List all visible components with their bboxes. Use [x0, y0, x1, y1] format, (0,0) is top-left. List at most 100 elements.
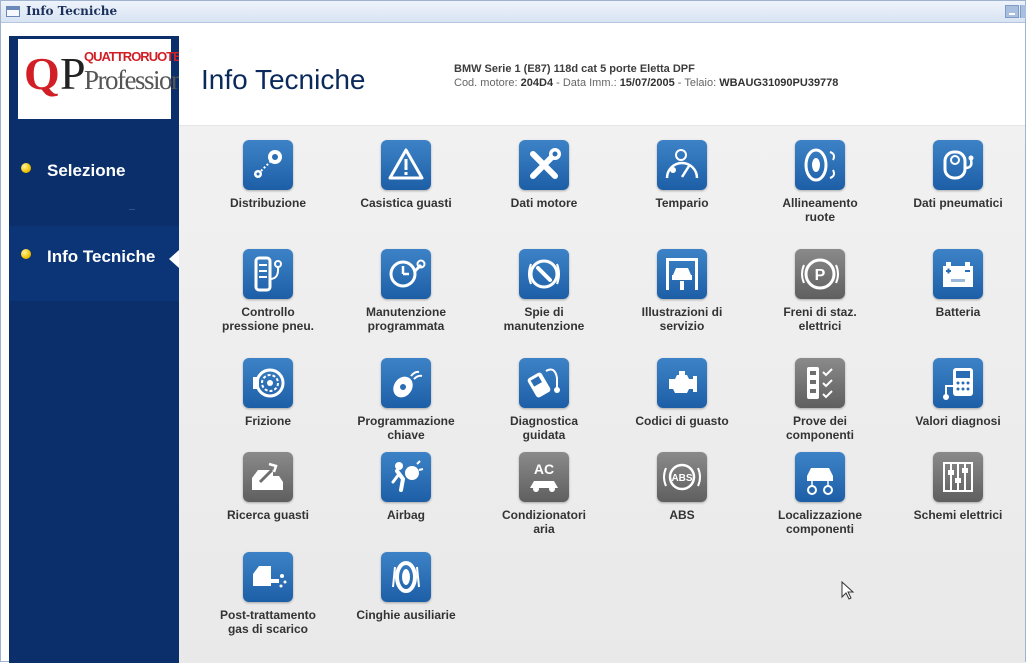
tile-label: Frizione — [244, 414, 291, 428]
logo-p: P — [60, 48, 86, 99]
divider — [129, 209, 135, 210]
engine-fault-icon — [657, 358, 707, 408]
tile-codici-guasto[interactable]: Codici di guasto — [619, 358, 745, 466]
tile-label: Tempario — [655, 196, 709, 210]
tile-casistica-guasti[interactable]: Casistica guasti — [343, 140, 469, 248]
tiles-panel: Distribuzione Casistica guasti Dati moto… — [179, 126, 1025, 663]
tile-dati-pneumatici[interactable]: Dati pneumatici — [895, 140, 1021, 248]
codes-vin-label: - Telaio: — [674, 77, 720, 89]
tile-label: Diagnostica — [509, 414, 578, 428]
timing-icon — [243, 140, 293, 190]
tile-label-2: elettrici — [798, 319, 842, 333]
battery-icon — [933, 249, 983, 299]
tile-label: Distribuzione — [229, 196, 306, 210]
scheduled-service-icon — [381, 249, 431, 299]
tools-icon — [519, 140, 569, 190]
lift-icon — [657, 249, 707, 299]
tile-label: Localizzazione — [777, 508, 863, 522]
abs-icon: ABS — [657, 452, 707, 502]
tile-label: Schemi elettrici — [913, 508, 1003, 522]
tile-label: Prove dei — [792, 414, 848, 428]
logo-brand: QUATTRORUOTE — [84, 49, 182, 64]
tile-label-2: servizio — [659, 319, 705, 333]
window-icon — [6, 6, 20, 17]
wheel-alignment-icon — [795, 140, 845, 190]
tile-abs[interactable]: ABS ABS — [619, 452, 745, 560]
tile-manutenzione-programmata[interactable]: Manutenzione programmata — [343, 249, 469, 357]
minimize-button[interactable] — [1005, 5, 1019, 18]
tile-label: Post-trattamento — [219, 608, 316, 622]
tile-label: Programmazione — [357, 414, 455, 428]
tile-label: Dati pneumatici — [913, 196, 1003, 210]
tyre-pressure-icon — [243, 249, 293, 299]
codes-date-label: - Data Imm.: — [553, 77, 620, 89]
tile-dati-motore[interactable]: Dati motore — [481, 140, 607, 248]
key-icon — [381, 358, 431, 408]
parking-p-text: P — [815, 267, 826, 284]
sidebar-item-label: Selezione — [47, 161, 126, 180]
title-bar: Info Tecniche — [1, 1, 1026, 23]
tile-condizionatori-aria[interactable]: AC Condizionatori aria — [481, 452, 607, 560]
tile-label: Batteria — [935, 305, 981, 319]
tile-label-2: chiave — [387, 428, 425, 442]
ac-text: AC — [534, 461, 554, 477]
tile-frizione[interactable]: Frizione — [205, 358, 331, 466]
active-indicator-icon — [169, 250, 179, 268]
tile-controllo-pressione[interactable]: Controllo pressione pneu. — [205, 249, 331, 357]
abs-text: ABS — [671, 473, 692, 484]
tile-post-trattamento[interactable]: Post-trattamento gas di scarico — [205, 552, 331, 660]
tile-label: Spie di — [524, 305, 564, 319]
car-location-icon — [795, 452, 845, 502]
wiring-icon — [933, 452, 983, 502]
tile-label-2: gas di scarico — [227, 622, 309, 636]
window-title: Info Tecniche — [26, 4, 118, 18]
tile-label-2: pressione pneu. — [221, 319, 315, 333]
tile-airbag[interactable]: Airbag — [343, 452, 469, 560]
troubleshooting-icon — [243, 452, 293, 502]
service-light-icon — [519, 249, 569, 299]
diagnostic-values-icon — [933, 358, 983, 408]
tyre-gauge-icon — [933, 140, 983, 190]
bullet-icon — [21, 163, 31, 173]
codes-prefix: Cod. motore: — [454, 77, 521, 89]
tile-label: Manutenzione — [366, 305, 446, 319]
page-header: Info Tecniche BMW Serie 1 (E87) 118d cat… — [179, 36, 1025, 126]
sidebar-item-label: Info Tecniche — [47, 247, 156, 266]
maximize-button[interactable] — [1020, 5, 1026, 18]
engine-code: 204D4 — [520, 77, 554, 89]
tile-label-2: componenti — [786, 428, 854, 442]
tile-programmazione-chiave[interactable]: Programmazione chiave — [343, 358, 469, 466]
parking-brake-icon: P — [795, 249, 845, 299]
tile-localizzazione-componenti[interactable]: Localizzazione componenti — [757, 452, 883, 560]
tile-diagnostica-guidata[interactable]: Diagnostica guidata — [481, 358, 607, 466]
sidebar-item-selezione[interactable]: Selezione — [9, 151, 179, 210]
tile-batteria[interactable]: Batteria — [895, 249, 1021, 357]
warning-icon — [381, 140, 431, 190]
tile-schemi-elettrici[interactable]: Schemi elettrici — [895, 452, 1021, 560]
tile-label: Illustrazioni di — [641, 305, 723, 319]
diagnostic-tool-icon — [519, 358, 569, 408]
sidebar-item-info-tecniche[interactable]: Info Tecniche — [9, 226, 179, 301]
component-test-icon — [795, 358, 845, 408]
tile-prove-componenti[interactable]: Prove dei componenti — [757, 358, 883, 466]
tile-distribuzione[interactable]: Distribuzione — [205, 140, 331, 248]
sidebar: Q P QUATTRORUOTE Professional Selezione … — [9, 36, 201, 663]
vin-code: WBAUG31090PU39778 — [719, 77, 839, 89]
tile-label: Allineamento — [782, 196, 858, 210]
tile-illustrazioni-servizio[interactable]: Illustrazioni di servizio — [619, 249, 745, 357]
tile-spie-manutenzione[interactable]: Spie di manutenzione — [481, 249, 607, 357]
tile-valori-diagnosi[interactable]: Valori diagnosi — [895, 358, 1021, 466]
stopwatch-icon — [657, 140, 707, 190]
tile-cinghie-ausiliarie[interactable]: Cinghie ausiliarie — [343, 552, 469, 660]
exhaust-icon — [243, 552, 293, 602]
tile-ricerca-guasti[interactable]: Ricerca guasti — [205, 452, 331, 560]
tile-label: Airbag — [386, 508, 425, 522]
app-window: Info Tecniche Q P QUATTRORUOTE Professio… — [0, 0, 1026, 663]
tile-freni-stazionamento[interactable]: P Freni di staz. elettrici — [757, 249, 883, 357]
tile-allineamento-ruote[interactable]: Allineamento ruote — [757, 140, 883, 248]
vehicle-description: BMW Serie 1 (E87) 118d cat 5 porte Elett… — [454, 63, 695, 75]
tile-label: Casistica guasti — [360, 196, 452, 210]
tile-label-2: componenti — [786, 522, 854, 536]
tile-tempario[interactable]: Tempario — [619, 140, 745, 248]
tile-label: Cinghie ausiliarie — [356, 608, 456, 622]
